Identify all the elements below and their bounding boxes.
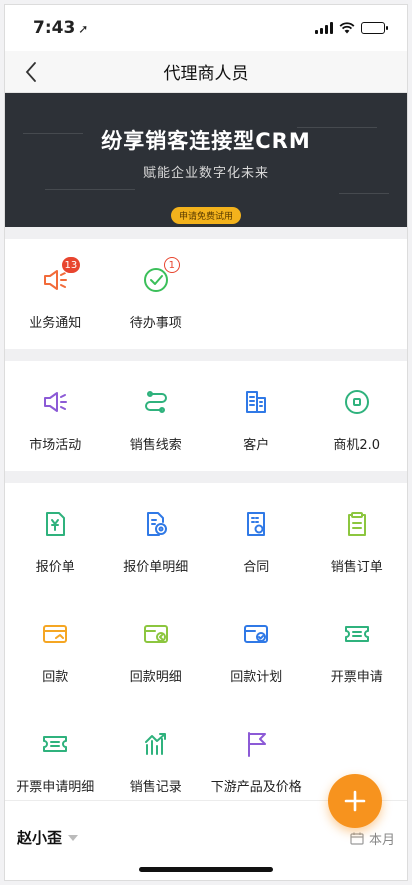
card-check-icon [239, 617, 273, 651]
menu-item-8[interactable]: 开票申请 [307, 593, 408, 703]
contract-icon [239, 507, 273, 541]
menu-item-label: 开票申请明细 [16, 780, 95, 795]
menu-item-label: 业务通知 [29, 316, 82, 331]
app-frame: 7:43 ➚ 代理商人员 纷享销客连接型CRM 赋能企业数字化未来 申请免费试用 … [4, 4, 408, 881]
menu-item-4[interactable]: 销售订单 [307, 483, 408, 593]
caret-down-icon [68, 834, 79, 841]
period-label: 本月 [368, 833, 395, 848]
notify-section: 13 业务通知 1 待办事项 [5, 239, 407, 349]
menu-item-1[interactable]: 报价单 [5, 483, 106, 593]
free-trial-button[interactable]: 申请免费试用 [170, 207, 241, 224]
crm-section: 市场活动 销售线索 客户 商机2.0 [5, 361, 407, 471]
doc-gear-icon [139, 507, 173, 541]
wifi-icon [339, 22, 355, 34]
battery-icon [361, 22, 388, 34]
menu-item-5[interactable]: 回款 [5, 593, 106, 703]
menu-item-2[interactable]: 销售线索 [106, 361, 207, 471]
location-arrow-icon: ➚ [78, 22, 89, 36]
trade-section: 报价单 报价单明细 合同 销售订单回款 回款明细 回款计划 开票申请开票申请明细 销售记录 下游… [5, 483, 407, 813]
period-selector[interactable]: 本月 [350, 829, 395, 848]
banner-headline: 纷享销客连接型CRM [101, 129, 311, 153]
menu-item-9[interactable]: 开票申请明细 [5, 703, 106, 813]
back-button[interactable] [17, 58, 45, 86]
menu-item-4[interactable]: 商机2.0 [307, 361, 408, 471]
megaphone-icon [38, 385, 72, 419]
check-circle-icon: 1 [139, 257, 180, 297]
calendar-icon [350, 832, 364, 845]
target-icon [340, 385, 374, 419]
menu-item-3[interactable]: 合同 [206, 483, 307, 593]
menu-item-label: 回款计划 [230, 670, 283, 685]
status-bar: 7:43 ➚ [5, 5, 407, 51]
add-button[interactable] [328, 774, 382, 828]
yen-doc-icon [38, 507, 72, 541]
plus-icon [344, 790, 366, 812]
menu-item-label: 回款 [42, 670, 69, 685]
ticket-icon [340, 617, 374, 651]
system-icons [315, 22, 388, 34]
home-indicator [139, 867, 273, 872]
menu-item-label: 报价单 [35, 560, 75, 575]
menu-item-label: 销售记录 [129, 780, 182, 795]
menu-item-label: 下游产品及价格 [210, 780, 302, 795]
menu-item-label: 市场活动 [29, 438, 82, 453]
chart-up-icon [139, 727, 173, 761]
menu-item-label: 回款明细 [129, 670, 182, 685]
user-name: 赵小歪 [17, 829, 63, 847]
signal-icon [315, 22, 333, 34]
nav-bar: 代理商人员 [5, 51, 407, 93]
menu-item-10[interactable]: 销售记录 [106, 703, 207, 813]
chevron-left-icon [25, 62, 36, 82]
leads-icon [139, 385, 173, 419]
menu-item-label: 销售线索 [129, 438, 182, 453]
menu-item-label: 开票申请 [330, 670, 383, 685]
user-selector[interactable]: 赵小歪 [17, 827, 79, 848]
menu-item-2[interactable]: 1 待办事项 [106, 239, 207, 349]
ticket-icon [38, 727, 72, 761]
count-badge: 1 [163, 257, 180, 273]
status-time: 7:43 ➚ [33, 18, 88, 38]
section-divider [5, 227, 407, 239]
menu-item-2[interactable]: 报价单明细 [106, 483, 207, 593]
menu-item-1[interactable]: 市场活动 [5, 361, 106, 471]
menu-item-6[interactable]: 回款明细 [106, 593, 207, 703]
menu-item-11[interactable]: 下游产品及价格 [206, 703, 307, 813]
menu-item-7[interactable]: 回款计划 [206, 593, 307, 703]
menu-item-label: 商机2.0 [333, 438, 381, 453]
page-title: 代理商人员 [163, 64, 249, 84]
clipboard-icon [340, 507, 374, 541]
building-icon [239, 385, 273, 419]
section-divider [5, 349, 407, 361]
menu-item-1[interactable]: 13 业务通知 [5, 239, 106, 349]
clock-text: 7:43 [33, 18, 76, 38]
section-divider [5, 471, 407, 483]
count-badge: 13 [60, 256, 82, 274]
menu-item-label: 销售订单 [330, 560, 383, 575]
menu-item-label: 客户 [243, 438, 270, 453]
megaphone-icon: 13 [38, 256, 82, 297]
promo-banner[interactable]: 纷享销客连接型CRM 赋能企业数字化未来 申请免费试用 [5, 93, 407, 227]
menu-item-label: 待办事项 [129, 316, 182, 331]
card-arrow-icon [139, 617, 173, 651]
banner-subline: 赋能企业数字化未来 [142, 166, 269, 181]
flag-icon [239, 727, 273, 761]
menu-item-label: 合同 [243, 560, 270, 575]
menu-item-label: 报价单明细 [123, 560, 189, 575]
card-hand-icon [38, 617, 72, 651]
menu-item-3[interactable]: 客户 [206, 361, 307, 471]
